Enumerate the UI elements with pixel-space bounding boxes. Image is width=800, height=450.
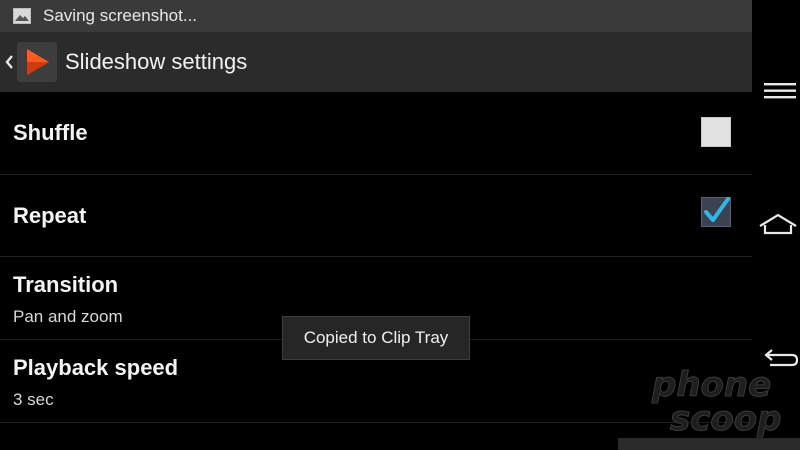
- playback-speed-value: 3 sec: [13, 390, 54, 409]
- play-logo-icon: [27, 49, 49, 75]
- repeat-checkbox[interactable]: [701, 197, 731, 227]
- image-icon: [13, 8, 31, 24]
- transition-label: Transition: [13, 272, 119, 297]
- watermark-line2: scoop: [670, 399, 781, 439]
- setting-shuffle[interactable]: Shuffle: [0, 92, 752, 175]
- shuffle-checkbox[interactable]: [701, 117, 731, 147]
- page-title: Slideshow settings: [65, 49, 248, 74]
- transition-value: Pan and zoom: [13, 307, 123, 326]
- status-bar: Saving screenshot...: [0, 0, 752, 32]
- up-chevron-icon[interactable]: [3, 52, 15, 72]
- menu-icon[interactable]: [756, 74, 798, 108]
- toast-message: Copied to Clip Tray: [282, 316, 470, 360]
- home-icon[interactable]: [756, 206, 798, 240]
- setting-repeat[interactable]: Repeat: [0, 175, 752, 257]
- shuffle-label: Shuffle: [13, 120, 88, 145]
- playback-speed-label: Playback speed: [13, 355, 179, 380]
- action-bar: Slideshow settings: [0, 32, 752, 92]
- phonescoop-watermark: phone scoop: [651, 365, 782, 440]
- repeat-label: Repeat: [13, 203, 87, 228]
- footer-strip: [618, 438, 800, 450]
- app-icon[interactable]: [17, 42, 57, 82]
- checkmark-icon: [704, 197, 730, 222]
- status-text: Saving screenshot...: [43, 6, 198, 25]
